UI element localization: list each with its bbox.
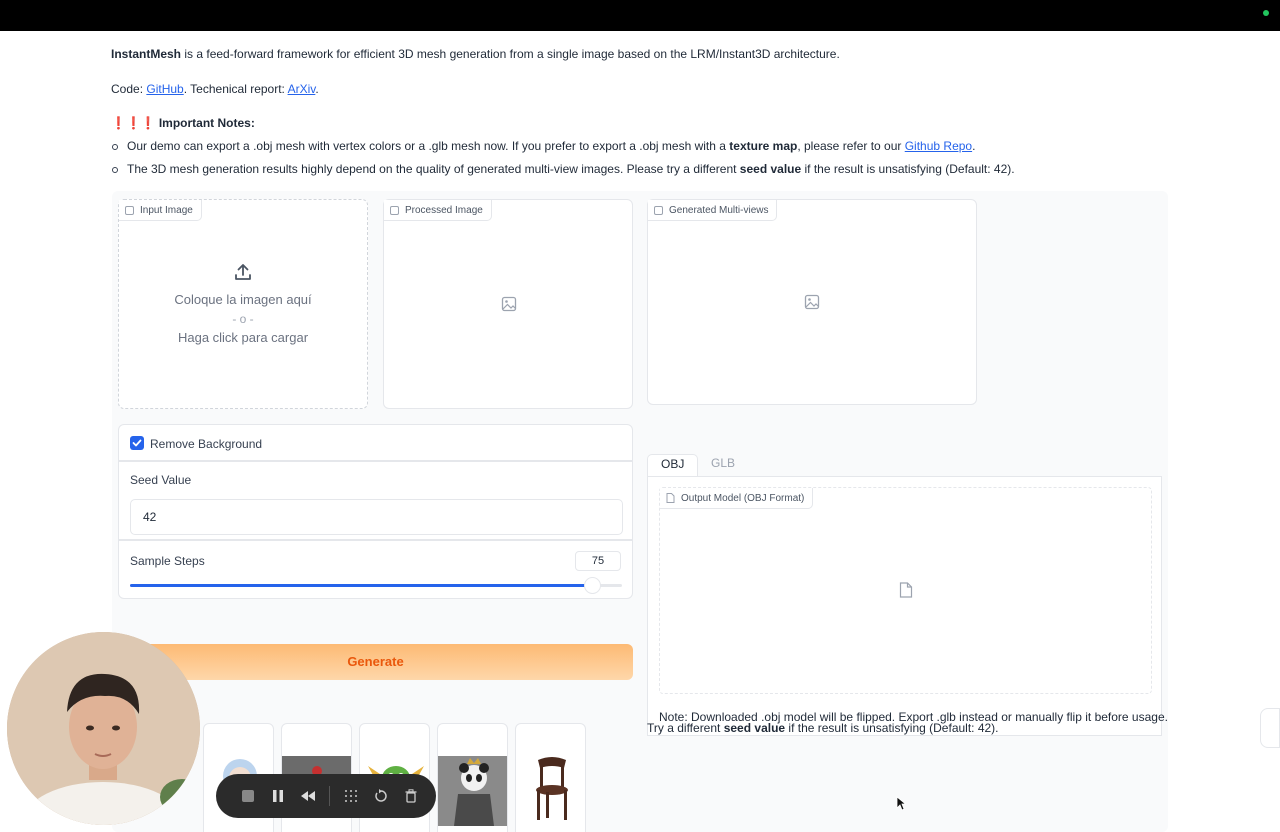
seed-input[interactable]: 42 (130, 499, 623, 535)
image-icon (125, 205, 134, 215)
rewind-button[interactable] (293, 781, 323, 811)
remove-background-label: Remove Background (150, 437, 263, 451)
bullet1-mid: , please refer to our (797, 139, 905, 153)
image-icon (654, 205, 663, 215)
multiview-label: Generated Multi-views (648, 200, 778, 221)
github-link[interactable]: GitHub (146, 82, 183, 96)
webcam-overlay (7, 632, 200, 825)
grid-button[interactable] (336, 781, 366, 811)
presenter-video (7, 632, 200, 825)
or-text: - o - (232, 312, 254, 326)
side-panel-handle[interactable] (1260, 708, 1280, 748)
toolbar-divider (329, 786, 330, 806)
bullet1-end: . (972, 139, 976, 153)
options-group: Remove Background Seed Value 42 Sample S… (118, 424, 633, 599)
mouse-cursor (896, 796, 906, 811)
note-bullet-1: Our demo can export a .obj mesh with ver… (112, 139, 975, 153)
trash-icon (405, 789, 417, 803)
upload-icon (235, 264, 251, 280)
bullet2-end: if the result is unsatisfying (Default: … (801, 162, 1015, 176)
period: . (315, 82, 319, 96)
seed-label: Seed Value (130, 473, 192, 487)
click-text: Haga click para cargar (177, 330, 309, 345)
upload-prompt: Coloque la imagen aquí - o - Haga click … (119, 262, 367, 345)
output-model-label: Output Model (OBJ Format) (660, 488, 814, 509)
recorder-toolbar (216, 774, 436, 818)
seed-note-pre: Try a different (647, 721, 724, 735)
rewind-icon (301, 791, 315, 801)
stop-icon (242, 790, 254, 802)
seed-row: Seed Value 42 (118, 461, 633, 540)
drop-text: Coloque la imagen aquí (174, 292, 312, 307)
output-model-viewer[interactable]: Output Model (OBJ Format) (659, 487, 1152, 694)
obj-tab-panel: Output Model (OBJ Format) Note: Download… (647, 476, 1168, 736)
bullet1-pre: Our demo can export a .obj mesh with ver… (127, 139, 730, 153)
grid-icon (345, 790, 357, 802)
stop-button[interactable] (233, 781, 263, 811)
slider-fill (130, 584, 593, 587)
tab-obj[interactable]: OBJ (647, 454, 699, 476)
sample-steps-row: Sample Steps 75 (118, 540, 633, 599)
image-placeholder-icon (501, 296, 517, 312)
intro-text: is a feed-forward framework for efficien… (181, 47, 840, 61)
sample-steps-number[interactable]: 75 (575, 551, 621, 571)
sample-steps-slider[interactable] (130, 577, 622, 594)
image-placeholder-icon (804, 294, 820, 310)
arxiv-link[interactable]: ArXiv (288, 82, 316, 96)
code-prefix: Code: (111, 82, 147, 96)
intro-description: InstantMesh is a feed-forward framework … (111, 47, 840, 61)
code-line: Code: GitHub. Techenical report: ArXiv. (111, 82, 319, 96)
app-name: InstantMesh (111, 47, 182, 61)
example-panda-king[interactable] (437, 723, 508, 832)
file-icon (666, 493, 675, 503)
remove-background-checkbox[interactable] (130, 436, 144, 450)
notes-title-text: Important Notes: (158, 116, 255, 130)
notes-title: ❗❗❗ Important Notes: (111, 116, 255, 130)
demo-container: Input Image Coloque la imagen aquí - o -… (112, 191, 1168, 832)
image-icon (390, 205, 399, 215)
example-thumbnail (438, 756, 507, 826)
note-bullet-2: The 3D mesh generation results highly de… (112, 162, 1015, 176)
processed-image-panel: Processed Image (383, 199, 633, 409)
tab-glb[interactable]: GLB (698, 454, 748, 476)
top-bar (0, 0, 1280, 31)
seed-note-bold: seed value (723, 721, 786, 735)
remove-background-row[interactable]: Remove Background (118, 424, 633, 461)
processed-image-label: Processed Image (384, 200, 492, 221)
sample-steps-label: Sample Steps (130, 554, 205, 568)
exclamation-marks: ❗❗❗ (111, 116, 156, 130)
restart-button[interactable] (366, 781, 396, 811)
input-image-dropzone[interactable]: Input Image Coloque la imagen aquí - o -… (118, 199, 368, 409)
input-image-label-text: Input Image (140, 204, 193, 216)
github-repo-link[interactable]: Github Repo (905, 139, 972, 153)
restart-icon (375, 789, 387, 802)
seed-note: Try a different seed value if the result… (647, 721, 999, 735)
input-image-label: Input Image (119, 200, 202, 221)
processed-image-label-text: Processed Image (405, 204, 483, 216)
pause-button[interactable] (263, 781, 293, 811)
multiview-label-text: Generated Multi-views (669, 204, 769, 216)
bullet2-bold: seed value (739, 162, 802, 176)
slider-thumb[interactable] (584, 577, 602, 594)
file-placeholder-icon (899, 582, 913, 598)
delete-button[interactable] (396, 781, 426, 811)
output-model-label-text: Output Model (OBJ Format) (681, 492, 805, 504)
example-chair[interactable] (515, 723, 586, 832)
generate-button[interactable]: Generate (118, 644, 633, 680)
checkmark-icon (132, 439, 142, 447)
example-thumbnail (536, 757, 568, 820)
bullet2-pre: The 3D mesh generation results highly de… (127, 162, 740, 176)
recording-indicator (1263, 10, 1269, 16)
multiview-panel: Generated Multi-views (647, 199, 977, 405)
report-prefix: . Techenical report: (183, 82, 288, 96)
pause-icon (273, 790, 283, 802)
bullet1-bold: texture map (729, 139, 798, 153)
seed-note-end: if the result is unsatisfying (Default: … (785, 721, 999, 735)
